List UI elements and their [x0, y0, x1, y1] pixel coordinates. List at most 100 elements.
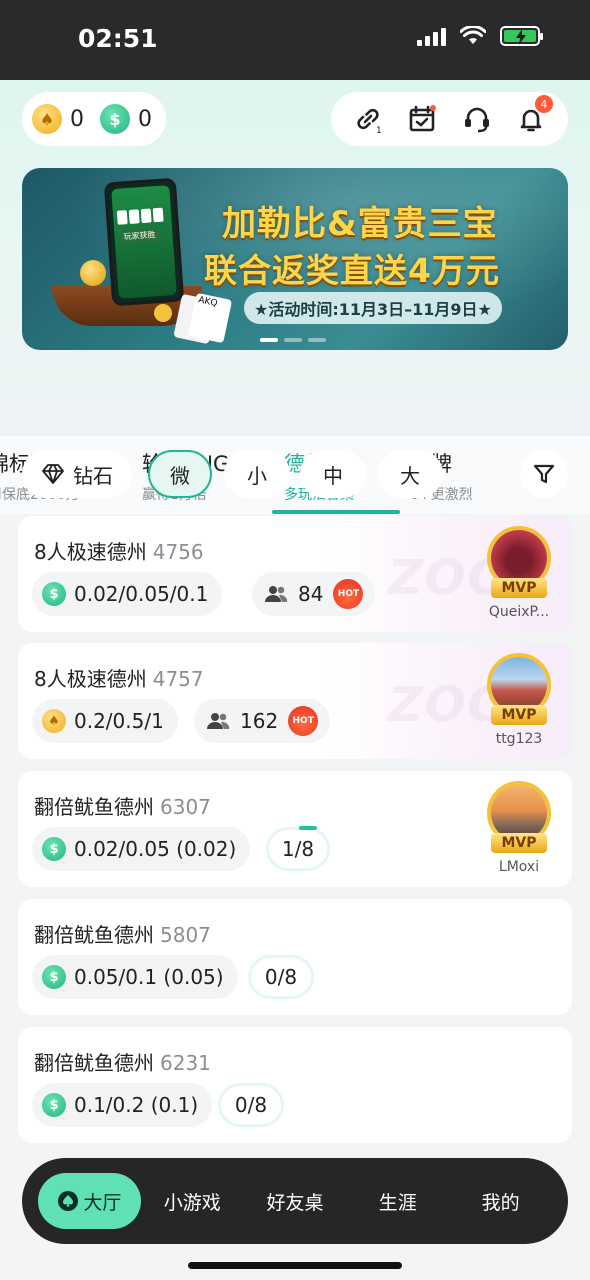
mvp-avatar[interactable]: MVP QueixP... [482, 526, 556, 622]
stakes-value: 0.02/0.05 (0.02) [74, 837, 237, 861]
nav-friend-table[interactable]: 好友桌 [244, 1173, 347, 1229]
table-id: 6231 [160, 1051, 211, 1075]
diamond-icon [42, 464, 64, 484]
seats-value: 0/8 [264, 965, 298, 989]
table-id: 4756 [152, 540, 204, 564]
table-title: 8人极速德州 4756 [34, 536, 204, 565]
seats-pill: 1/8 [266, 826, 330, 871]
cash-coin-icon: $ [42, 965, 66, 989]
stakes-value: 0.05/0.1 (0.05) [74, 965, 224, 989]
wallet-pill[interactable]: ♠ 0 $ 0 [22, 92, 166, 146]
seats-value: 1/8 [281, 837, 315, 861]
bottom-nav: 大厅 小游戏 好友桌 生涯 我的 [22, 1158, 568, 1244]
players-count: 162 [240, 709, 279, 733]
filter-micro[interactable]: 微 [148, 450, 212, 498]
calendar-check-icon[interactable] [404, 101, 440, 137]
phone-label: 玩家获胜 [120, 227, 159, 244]
coins-illustration [80, 260, 106, 286]
filter-diamond[interactable]: 钻石 [22, 450, 132, 498]
stakes-pill: $ 0.02/0.05/0.1 [32, 572, 223, 616]
mvp-name: LMoxi [498, 859, 540, 875]
notification-badge: 4 [534, 95, 553, 113]
cash-coin-icon: $ [42, 1093, 66, 1117]
nav-profile[interactable]: 我的 [449, 1173, 552, 1229]
cash-coin-icon: $ [100, 104, 130, 134]
status-bar: 02:51 [0, 0, 590, 80]
table-title: 翻倍鱿鱼德州 5807 [34, 919, 211, 948]
spade-icon [58, 1191, 79, 1211]
headset-icon[interactable] [459, 101, 495, 137]
cash-balance: 0 [138, 106, 152, 132]
table-title: 8人极速德州 4757 [34, 663, 204, 692]
home-indicator [188, 1262, 402, 1269]
bell-icon[interactable]: 4 [513, 95, 553, 137]
filter-large[interactable]: 大 [377, 450, 443, 498]
table-title: 翻倍鱿鱼德州 6231 [34, 1047, 211, 1076]
mvp-label: MVP [491, 705, 547, 725]
mvp-label: MVP [491, 833, 547, 853]
table-id: 4757 [152, 667, 204, 691]
table-card[interactable]: 翻倍鱿鱼德州 6307 $ 0.02/0.05 (0.02) 1/8 MVP LM… [18, 771, 572, 887]
promo-banner[interactable]: 玩家获胜 AKQ 加勒比&富贵三宝 联合返奖直送4万元 ★活动时间:11月3日–… [22, 168, 568, 350]
signal-icon [417, 26, 446, 46]
table-card[interactable]: 翻倍鱿鱼德州 6231 $ 0.1/0.2 (0.1) 0/8 [18, 1027, 572, 1143]
table-name: 8人极速德州 [34, 540, 147, 564]
stakes-value: 0.2/0.5/1 [74, 709, 164, 733]
mvp-avatar[interactable]: MVP LMoxi [482, 781, 556, 877]
banner-pagination [260, 338, 326, 342]
nav-mini-games[interactable]: 小游戏 [141, 1173, 244, 1229]
mvp-name: ttg123 [495, 731, 543, 747]
players-pill: 84 HOT [252, 572, 376, 616]
filter-funnel-icon[interactable] [520, 450, 568, 498]
mvp-name: QueixP... [488, 604, 550, 620]
header-actions: 1 4 [331, 92, 568, 146]
mvp-avatar[interactable]: MVP ttg123 [482, 653, 556, 749]
seats-pill: 0/8 [248, 955, 314, 999]
hot-badge: HOT [288, 706, 319, 736]
players-count: 84 [298, 582, 324, 606]
table-name: 翻倍鱿鱼德州 [34, 923, 154, 947]
banner-title-line2: 联合返奖直送4万元 [204, 251, 500, 290]
gold-balance: 0 [70, 106, 84, 132]
gold-coin-icon: ♠ [32, 104, 62, 134]
filter-small[interactable]: 小 [224, 450, 290, 498]
table-id: 5807 [160, 923, 211, 947]
stakes-pill: ♠ 0.2/0.5/1 [32, 699, 178, 743]
banner-date: ★活动时间:11月3日–11月9日★ [244, 292, 502, 324]
hot-badge: HOT [333, 579, 364, 609]
stakes-value: 0.02/0.05/0.1 [74, 582, 209, 606]
nav-career[interactable]: 生涯 [346, 1173, 449, 1229]
table-card[interactable]: ZOO 8人极速德州 4757 ♠ 0.2/0.5/1 162 HOT MVP t… [18, 643, 572, 759]
stakes-pill: $ 0.05/0.1 (0.05) [32, 955, 238, 999]
nav-label: 大厅 [83, 1191, 122, 1214]
status-time: 02:51 [78, 24, 158, 53]
table-card[interactable]: ZOO 8人极速德州 4756 $ 0.02/0.05/0.1 84 HOT MV… [18, 516, 572, 632]
table-card[interactable]: 翻倍鱿鱼德州 5807 $ 0.05/0.1 (0.05) 0/8 [18, 899, 572, 1015]
table-name: 翻倍鱿鱼德州 [34, 795, 154, 819]
cash-coin-icon: $ [42, 582, 66, 606]
status-icons [417, 26, 543, 46]
wifi-icon [460, 26, 486, 46]
cash-coin-icon: $ [42, 837, 66, 861]
svg-text:1: 1 [376, 126, 382, 135]
lobby-header: ♠ 0 $ 0 1 4 玩家获胜 AKQ 加勒比&富贵三宝 联合返奖直送4万元 … [0, 80, 590, 514]
mvp-label: MVP [491, 578, 547, 598]
gold-coin-icon: ♠ [42, 709, 66, 733]
filter-medium[interactable]: 中 [300, 450, 366, 498]
banner-title-line1: 加勒比&富贵三宝 [222, 204, 498, 244]
table-title: 翻倍鱿鱼德州 6307 [34, 791, 211, 820]
users-icon [207, 713, 230, 729]
nav-lobby[interactable]: 大厅 [38, 1173, 141, 1229]
table-name: 翻倍鱿鱼德州 [34, 1051, 154, 1075]
table-name: 8人极速德州 [34, 667, 147, 691]
phone-illustration: 玩家获胜 [103, 177, 185, 307]
cards-label: AKQ [197, 295, 219, 310]
filter-label: 钻石 [73, 463, 113, 488]
stakes-value: 0.1/0.2 (0.1) [74, 1093, 199, 1117]
seat-progress [299, 826, 317, 830]
seats-value: 0/8 [234, 1093, 268, 1117]
users-icon [265, 586, 288, 602]
battery-icon [500, 26, 543, 46]
table-id: 6307 [160, 795, 211, 819]
link-icon[interactable]: 1 [350, 101, 386, 137]
